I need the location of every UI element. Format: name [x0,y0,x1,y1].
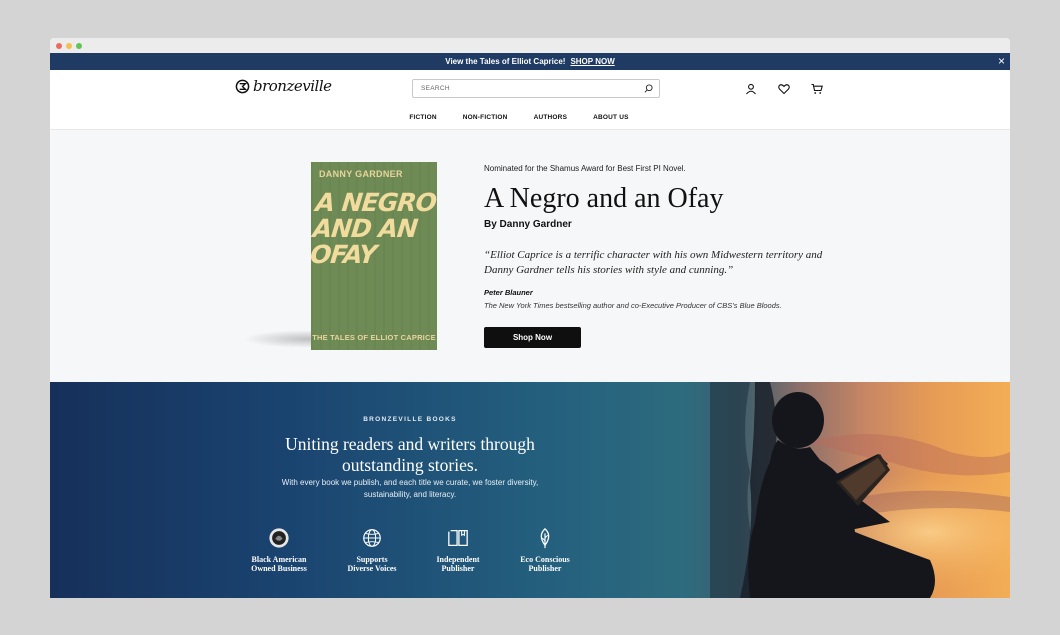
feature-label-line1: Black American [251,555,307,564]
nav-item-authors[interactable]: AUTHORS [534,114,568,121]
cover-title: A NEGRO AND AN OFAY [311,188,437,269]
band-kicker: BRONZEVILLE BOOKS [363,416,457,423]
feature-independent-publisher: Independent Publisher [413,527,503,573]
nav-item-fiction[interactable]: FICTION [409,114,436,121]
search-box [412,79,660,98]
feature-label-line1: Supports [356,555,388,564]
nav-item-about-us[interactable]: ABOUT US [593,114,629,121]
maximize-window-dot[interactable] [76,43,82,49]
wishlist-heart-icon[interactable] [778,82,790,95]
award-note: Nominated for the Shamus Award for Best … [484,164,686,173]
shop-now-button[interactable]: Shop Now [484,327,581,348]
review-quote: “Elliot Caprice is a terrific character … [484,249,823,276]
open-book-icon [448,530,468,546]
black-owned-badge-icon [269,528,289,548]
browser-chrome [50,38,1010,53]
site-logo[interactable]: bronzeville [235,77,332,95]
feature-label-line2: Publisher [528,564,562,573]
leaf-icon [540,527,550,549]
band-subtext: With every book we publish, and each tit… [281,478,539,499]
announcement-bar: View the Tales of Elliot Caprice! SHOP N… [50,53,1010,70]
main-nav: FICTION NON-FICTION AUTHORS ABOUT US [50,114,1010,121]
book-cover[interactable]: DANNY GARDNER A NEGRO AND AN OFAY THE TA… [311,162,437,350]
close-window-dot[interactable] [56,43,62,49]
cover-author: DANNY GARDNER [319,169,403,179]
search-input[interactable] [421,85,644,92]
logo-mark-icon [235,79,250,93]
book-title: A Negro and an Ofay [484,183,724,214]
feature-label-line2: Publisher [441,564,475,573]
globe-people-icon [363,529,381,547]
feature-label-line2: Owned Business [251,564,307,573]
feature-label-line2: Diverse Voices [347,564,397,573]
band-heading: Uniting readers and writers through outs… [285,434,535,475]
book-byline: By Danny Gardner [484,219,572,230]
announcement-text: View the Tales of Elliot Caprice! [445,57,566,66]
feature-label-line1: Eco Conscious [520,555,570,564]
nav-item-non-fiction[interactable]: NON-FICTION [463,114,508,121]
logo-text: bronzeville [253,77,332,95]
cover-series: THE TALES OF ELLIOT CAPRICE [312,333,436,342]
feature-label-line1: Independent [436,555,480,564]
minimize-window-dot[interactable] [66,43,72,49]
search-icon[interactable] [644,84,653,93]
mission-band: BRONZEVILLE BOOKS Uniting readers and wr… [50,382,1010,598]
announcement-close-icon[interactable]: × [998,54,1005,68]
header-actions [745,82,823,95]
feature-diverse-voices: Supports Diverse Voices [327,527,417,573]
feature-black-owned: Black American Owned Business [234,527,324,573]
feature-eco-conscious: Eco Conscious Publisher [500,527,590,573]
site-header: bronzeville FICTION NON-FICTION AUTHORS [50,70,1010,130]
browser-window: View the Tales of Elliot Caprice! SHOP N… [50,38,1010,598]
quote-author: Peter Blauner [484,288,533,297]
quote-author-role: The New York Times bestselling author an… [484,301,782,310]
announcement-shop-link[interactable]: SHOP NOW [570,57,614,66]
account-icon[interactable] [745,82,757,95]
cart-icon[interactable] [811,82,823,94]
featured-book-hero: DANNY GARDNER A NEGRO AND AN OFAY THE TA… [50,131,1010,382]
